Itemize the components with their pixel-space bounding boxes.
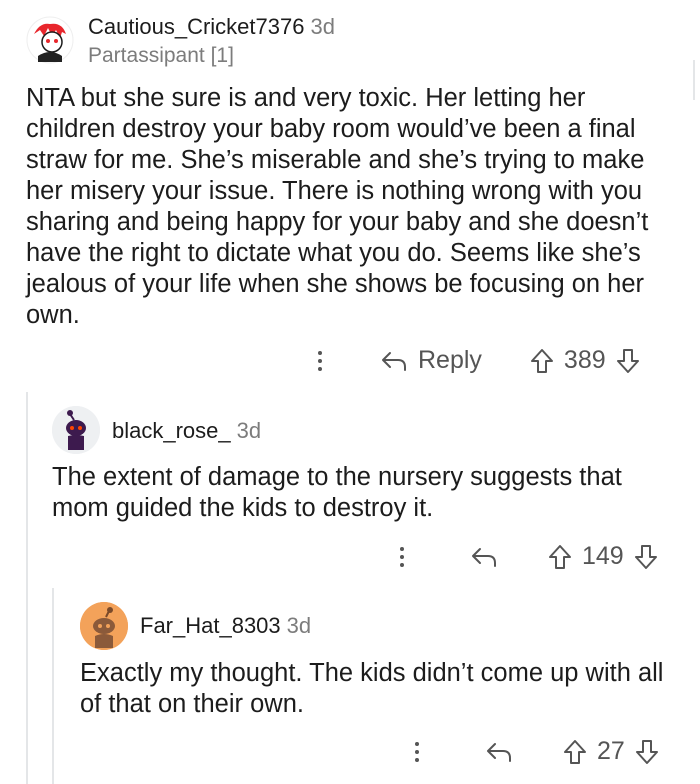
reply-icon: [382, 351, 406, 371]
comment-time: 3d: [310, 14, 335, 39]
comment-header: black_rose_ 3d: [52, 406, 682, 454]
user-flair: Partassipant [1]: [88, 44, 234, 67]
comment-body: The extent of damage to the nursery sugg…: [52, 463, 622, 522]
author-line: black_rose_ 3d: [112, 418, 261, 444]
comment-author[interactable]: Far_Hat_8303: [140, 613, 281, 638]
comment-1: Cautious_Cricket7376 3d Partassipant [1] …: [26, 14, 676, 331]
upvote-arrow-icon[interactable]: [563, 739, 587, 765]
more-options-icon[interactable]: [400, 546, 404, 567]
comment-body: NTA but she sure is and very toxic. Her …: [26, 84, 649, 329]
downvote-arrow-icon[interactable]: [634, 544, 658, 570]
comment-1-actions: Reply 389: [318, 346, 640, 375]
comment-3: Far_Hat_8303 3d Exactly my thought. The k…: [80, 602, 690, 720]
snoo-avatar-red-icon[interactable]: [26, 16, 74, 64]
vote-count: 27: [597, 737, 625, 765]
vote-controls: 27: [563, 737, 659, 766]
snoo-avatar-orange-icon[interactable]: [80, 602, 128, 650]
upvote-arrow-icon[interactable]: [548, 544, 572, 570]
snoo-avatar-purple-icon[interactable]: [52, 406, 100, 454]
comment-time: 3d: [236, 418, 262, 443]
comment-header: Cautious_Cricket7376 3d Partassipant [1]: [26, 14, 676, 69]
comment-3-actions: 27: [415, 737, 659, 766]
more-options-icon[interactable]: [415, 741, 419, 762]
comment-meta: Cautious_Cricket7376 3d Partassipant [1]: [88, 14, 335, 69]
reply-button[interactable]: [485, 741, 513, 763]
reply-button[interactable]: Reply: [380, 346, 482, 375]
comment-meta: black_rose_ 3d: [112, 418, 261, 444]
vote-count: 389: [563, 346, 606, 374]
comment-author[interactable]: Cautious_Cricket7376: [88, 14, 304, 39]
thread-line-1[interactable]: [26, 392, 28, 784]
vote-count: 149: [582, 542, 624, 570]
comment-author[interactable]: black_rose_: [112, 418, 231, 443]
author-line: Far_Hat_8303 3d: [140, 613, 311, 639]
vote-controls: 149: [548, 542, 658, 571]
comment-2-actions: 149: [400, 542, 658, 571]
thread-line-right: [693, 60, 695, 100]
reply-icon: [472, 547, 496, 567]
reply-label: Reply: [418, 346, 482, 374]
upvote-arrow-icon[interactable]: [530, 348, 554, 374]
more-options-icon[interactable]: [318, 350, 322, 371]
comment-2: black_rose_ 3d The extent of damage to th…: [52, 406, 682, 524]
thread-line-2[interactable]: [52, 588, 54, 784]
downvote-arrow-icon[interactable]: [635, 739, 659, 765]
author-line: Cautious_Cricket7376 3d: [88, 14, 335, 40]
comment-body: Exactly my thought. The kids didn’t come…: [80, 659, 664, 718]
reply-button[interactable]: [470, 546, 498, 568]
vote-controls: 389: [530, 346, 640, 375]
comment-meta: Far_Hat_8303 3d: [140, 613, 311, 639]
reply-icon: [487, 742, 511, 762]
comment-time: 3d: [286, 613, 312, 638]
downvote-arrow-icon[interactable]: [616, 348, 640, 374]
comment-header: Far_Hat_8303 3d: [80, 602, 690, 650]
